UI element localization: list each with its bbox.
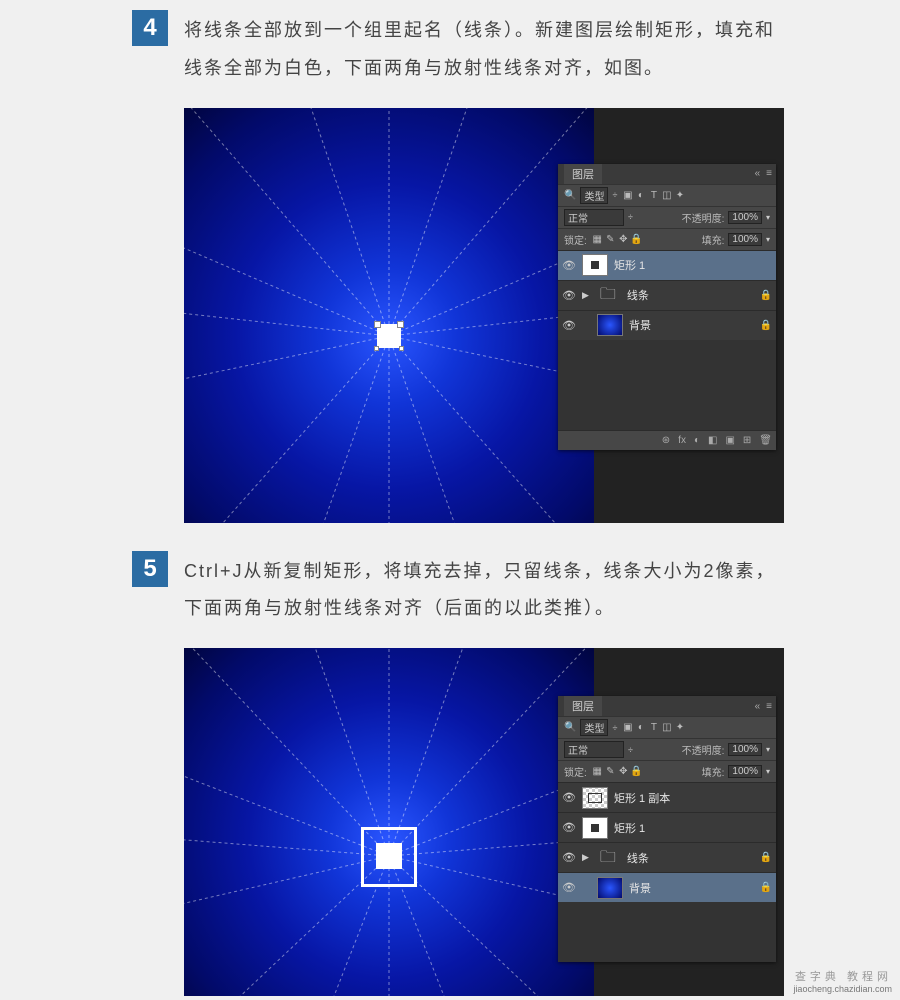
visibility-icon[interactable]: 👁 — [562, 851, 576, 864]
fx-icon[interactable]: fx — [678, 435, 686, 446]
visibility-icon[interactable]: 👁 — [562, 289, 576, 302]
layer-name[interactable]: 背景 — [629, 880, 651, 896]
group-icon[interactable]: ▣ — [725, 435, 734, 446]
filter-type-dropdown[interactable]: 类型 — [580, 187, 608, 204]
folder-icon: 🗀 — [595, 847, 621, 869]
panel-collapse-icon[interactable]: « — [755, 168, 761, 179]
visibility-icon[interactable]: 👁 — [562, 791, 576, 804]
watermark-url: jiaocheng.chazidian.com — [793, 984, 892, 996]
trash-icon[interactable]: 🗑 — [759, 435, 772, 446]
layer-item-lines-group[interactable]: 👁 ▶ 🗀 线条 🔒 — [558, 842, 776, 872]
layer-thumbnail — [597, 877, 623, 899]
layer-item-background[interactable]: 👁 背景 🔒 — [558, 872, 776, 902]
layer-list: 👁 矩形 1 副本 👁 矩形 1 👁 ▶ 🗀 线条 🔒 — [558, 782, 776, 962]
blend-row: 正常 ÷ 不透明度: 100% ▾ — [558, 738, 776, 760]
lock-icon[interactable]: 🔒 — [760, 290, 772, 301]
opacity-label: 不透明度: — [682, 210, 725, 225]
chevron-right-icon[interactable]: ▶ — [582, 290, 589, 301]
panel-footer: ⊛ fx ◐ ◧ ▣ ⊞ 🗑 — [558, 430, 776, 450]
layer-name[interactable]: 矩形 1 副本 — [614, 790, 670, 806]
canvas-area — [184, 648, 594, 996]
layer-list: 👁 矩形 1 👁 ▶ 🗀 线条 🔒 👁 — [558, 250, 776, 430]
step-text: Ctrl+J从新复制矩形，将填充去掉，只留线条，线条大小为2像素，下面两角与放射… — [184, 551, 780, 629]
layer-name[interactable]: 背景 — [629, 317, 651, 333]
filter-type-dropdown[interactable]: 类型 — [580, 719, 608, 736]
layers-panel: 图层 «≡ 🔍 类型 ÷ ▣◐T◫✦ 正常 ÷ 不透明度: 100% — [558, 164, 776, 450]
layer-name[interactable]: 线条 — [627, 287, 649, 303]
panel-menu-icon[interactable]: ≡ — [766, 168, 772, 179]
lock-label: 锁定: — [564, 764, 587, 779]
opacity-label: 不透明度: — [682, 742, 725, 757]
search-icon[interactable]: 🔍 — [564, 722, 576, 733]
canvas-area — [184, 108, 594, 523]
chevron-right-icon[interactable]: ▶ — [582, 852, 589, 863]
layers-panel: 图层 «≡ 🔍 类型 ÷ ▣◐T◫✦ 正常 ÷ 不透明度: 100% — [558, 696, 776, 962]
layer-item-background[interactable]: 👁 背景 🔒 — [558, 310, 776, 340]
mask-icon[interactable]: ◐ — [694, 435, 700, 446]
visibility-icon[interactable]: 👁 — [562, 881, 576, 894]
center-rectangle[interactable] — [377, 324, 401, 348]
layer-thumbnail — [582, 787, 608, 809]
new-layer-icon[interactable]: ⊞ — [743, 435, 751, 446]
opacity-value[interactable]: 100% — [728, 211, 762, 224]
panel-tab-bar: 图层 « ≡ — [558, 164, 776, 184]
center-rectangle-fill[interactable] — [376, 843, 402, 869]
step-header-5: 5 Ctrl+J从新复制矩形，将填充去掉，只留线条，线条大小为2像素，下面两角与… — [132, 551, 780, 629]
lock-row: 锁定: ▦✎✥🔒 填充: 100% ▾ — [558, 228, 776, 250]
lock-icon[interactable]: 🔒 — [760, 852, 772, 863]
opacity-value[interactable]: 100% — [728, 743, 762, 756]
layer-item-rect1-copy[interactable]: 👁 矩形 1 副本 — [558, 782, 776, 812]
panel-tab-bar: 图层 « ≡ — [558, 696, 776, 716]
fill-value[interactable]: 100% — [728, 233, 762, 246]
folder-icon: 🗀 — [595, 284, 621, 306]
figure-step-4: 图层 «≡ 🔍 类型 ÷ ▣◐T◫✦ 正常 ÷ 不透明度: 100% — [184, 108, 784, 523]
lock-label: 锁定: — [564, 232, 587, 247]
lock-icon[interactable]: 🔒 — [760, 320, 772, 331]
step-number-badge: 4 — [132, 10, 168, 46]
panel-title[interactable]: 图层 — [564, 164, 602, 184]
layer-name[interactable]: 矩形 1 — [614, 257, 645, 273]
adjustment-icon[interactable]: ◧ — [708, 435, 717, 446]
layer-item-rect1[interactable]: 👁 矩形 1 — [558, 250, 776, 280]
panel-menu-icon[interactable]: ≡ — [766, 701, 772, 712]
step-header-4: 4 将线条全部放到一个组里起名（线条）。新建图层绘制矩形，填充和线条全部为白色，… — [132, 10, 780, 88]
fill-label: 填充: — [702, 764, 725, 779]
blend-mode-dropdown[interactable]: 正常 — [564, 209, 624, 226]
lock-icon[interactable]: 🔒 — [760, 882, 772, 893]
filter-row: 🔍 类型 ÷ ▣◐T◫✦ — [558, 716, 776, 738]
fill-label: 填充: — [702, 232, 725, 247]
fill-value[interactable]: 100% — [728, 765, 762, 778]
filter-icons[interactable]: ▣◐T◫✦ — [621, 189, 686, 202]
search-icon[interactable]: 🔍 — [564, 190, 576, 201]
watermark-title: 查字典 教程网 — [793, 970, 892, 984]
layer-thumbnail — [582, 254, 608, 276]
panel-collapse-icon[interactable]: « — [755, 701, 761, 712]
filter-icons[interactable]: ▣◐T◫✦ — [621, 721, 686, 734]
lock-icons[interactable]: ▦✎✥🔒 — [591, 765, 643, 778]
link-layers-icon[interactable]: ⊛ — [662, 435, 670, 446]
blend-row: 正常 ÷ 不透明度: 100% ▾ — [558, 206, 776, 228]
lock-row: 锁定: ▦✎✥🔒 填充: 100% ▾ — [558, 760, 776, 782]
layer-name[interactable]: 矩形 1 — [614, 820, 645, 836]
step-number-badge: 5 — [132, 551, 168, 587]
layer-item-rect1[interactable]: 👁 矩形 1 — [558, 812, 776, 842]
watermark: 查字典 教程网 jiaocheng.chazidian.com — [793, 970, 892, 996]
radial-guides — [184, 108, 594, 523]
lock-icons[interactable]: ▦✎✥🔒 — [591, 233, 643, 246]
panel-title[interactable]: 图层 — [564, 696, 602, 716]
layer-item-lines-group[interactable]: 👁 ▶ 🗀 线条 🔒 — [558, 280, 776, 310]
layer-thumbnail — [582, 817, 608, 839]
visibility-icon[interactable]: 👁 — [562, 821, 576, 834]
figure-step-5: 图层 «≡ 🔍 类型 ÷ ▣◐T◫✦ 正常 ÷ 不透明度: 100% — [184, 648, 784, 996]
visibility-icon[interactable]: 👁 — [562, 259, 576, 272]
layer-name[interactable]: 线条 — [627, 850, 649, 866]
filter-row: 🔍 类型 ÷ ▣◐T◫✦ — [558, 184, 776, 206]
visibility-icon[interactable]: 👁 — [562, 319, 576, 332]
step-text: 将线条全部放到一个组里起名（线条）。新建图层绘制矩形，填充和线条全部为白色，下面… — [184, 10, 780, 88]
radial-guides — [184, 648, 594, 996]
layer-thumbnail — [597, 314, 623, 336]
blend-mode-dropdown[interactable]: 正常 — [564, 741, 624, 758]
